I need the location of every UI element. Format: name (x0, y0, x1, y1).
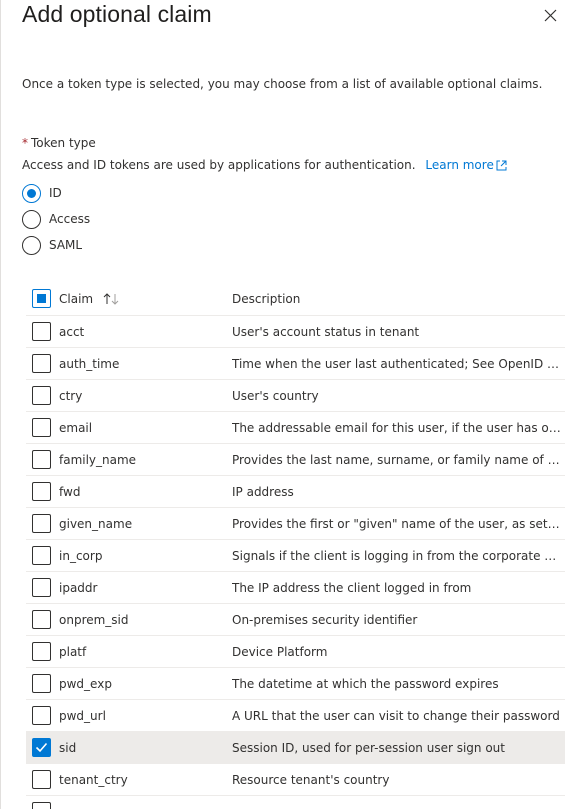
row-checkbox[interactable] (32, 546, 51, 565)
table-row[interactable]: in_corp Signals if the client is logging … (26, 540, 565, 572)
claims-table: Claim Description acct User's account sta… (26, 283, 565, 809)
radio-label-access: Access (49, 212, 91, 226)
learn-more-link[interactable]: Learn more (425, 158, 507, 172)
row-checkbox[interactable] (32, 674, 51, 693)
row-checkbox[interactable] (32, 738, 51, 757)
row-checkbox[interactable] (32, 610, 51, 629)
claim-description: User's country (232, 388, 319, 403)
claim-description: On-premises security identifier (232, 612, 418, 627)
radio-label-saml: SAML (49, 238, 83, 252)
table-row[interactable]: ctry User's country (26, 380, 565, 412)
close-button[interactable] (539, 4, 561, 26)
column-header-claim[interactable]: Claim (59, 292, 121, 306)
table-row[interactable]: email The addressable email for this user… (26, 412, 565, 444)
radio-circle (22, 209, 41, 229)
token-type-help: Access and ID tokens are used by applica… (22, 158, 507, 172)
column-header-description: Description (232, 292, 301, 306)
external-link-icon (496, 160, 507, 171)
row-checkbox[interactable] (32, 482, 51, 501)
claim-description: The IP address the client logged in from (232, 580, 472, 595)
radio-access[interactable]: Access (22, 209, 90, 229)
claim-description: Provides the last name, surname, or fami… (232, 452, 561, 467)
claim-name: acct (59, 324, 85, 339)
claim-name: platf (59, 644, 87, 659)
radio-circle (22, 183, 41, 203)
claim-description: Provides the first or "given" name of th… (232, 516, 561, 531)
claim-description: IP address (232, 484, 294, 499)
panel-title: Add optional claim (22, 1, 212, 27)
sort-icon[interactable] (103, 293, 121, 305)
required-mark: * (22, 136, 28, 150)
table-header-row: Claim Description (26, 283, 565, 316)
claim-description: Session ID, used for per-session user si… (232, 740, 505, 755)
claim-name: tenant_ctry (59, 772, 128, 787)
table-row[interactable]: pwd_exp The datetime at which the passwor… (26, 668, 565, 700)
table-row[interactable]: ipaddr The IP address the client logged i… (26, 572, 565, 604)
claim-name: family_name (59, 452, 137, 467)
row-checkbox[interactable] (32, 642, 51, 661)
select-all-checkbox[interactable] (32, 289, 51, 308)
row-checkbox[interactable] (32, 802, 51, 809)
claim-description: Signals if the client is logging in from… (232, 548, 561, 563)
claim-description: A URL that the user can visit to change … (232, 708, 560, 723)
claim-name: in_corp (59, 548, 103, 563)
row-checkbox[interactable] (32, 354, 51, 373)
table-row[interactable]: tenant_ctry Resource tenant's country (26, 764, 565, 796)
claim-description: The addressable email for this user, if … (232, 420, 561, 435)
claim-name: onprem_sid (59, 612, 129, 627)
radio-saml[interactable]: SAML (22, 235, 82, 255)
add-optional-claim-panel: Add optional claim Once a token type is … (0, 0, 565, 809)
claim-description: The datetime at which the password expir… (232, 676, 499, 691)
claim-name: given_name (59, 516, 133, 531)
claim-name: pwd_url (59, 708, 106, 723)
claim-name: fwd (59, 484, 81, 499)
row-checkbox[interactable] (32, 578, 51, 597)
claim-description: Device Platform (232, 644, 328, 659)
checkmark-icon (35, 742, 48, 753)
radio-circle (22, 235, 41, 255)
row-checkbox[interactable] (32, 770, 51, 789)
table-row[interactable]: family_name Provides the last name, surna… (26, 444, 565, 476)
table-row[interactable]: platf Device Platform (26, 636, 565, 668)
radio-id[interactable]: ID (22, 183, 62, 203)
table-row[interactable]: onprem_sid On-premises security identifie… (26, 604, 565, 636)
claim-name: auth_time (59, 356, 120, 371)
radio-label-id: ID (49, 186, 62, 200)
table-row[interactable]: pwd_url A URL that the user can visit to … (26, 700, 565, 732)
claim-description: User's account status in tenant (232, 324, 420, 339)
table-row[interactable] (26, 796, 565, 809)
table-row[interactable]: fwd IP address (26, 476, 565, 508)
row-checkbox[interactable] (32, 450, 51, 469)
row-checkbox[interactable] (32, 418, 51, 437)
claim-name: ctry (59, 388, 83, 403)
claim-name: email (59, 420, 93, 435)
claim-description: Time when the user last authenticated; S… (232, 356, 561, 371)
learn-more-label: Learn more (425, 158, 494, 172)
table-row[interactable]: auth_time Time when the user last authent… (26, 348, 565, 380)
claim-description: Resource tenant's country (232, 772, 390, 787)
row-checkbox[interactable] (32, 386, 51, 405)
claim-name: ipaddr (59, 580, 98, 595)
token-type-label-text: Token type (31, 136, 96, 150)
table-row[interactable]: acct User's account status in tenant (26, 316, 565, 348)
table-row[interactable]: sid Session ID, used for per-session user… (26, 732, 565, 764)
intro-text: Once a token type is selected, you may c… (22, 77, 543, 91)
row-checkbox[interactable] (32, 514, 51, 533)
close-icon (544, 9, 556, 21)
row-checkbox[interactable] (32, 322, 51, 341)
claim-name: sid (59, 740, 77, 755)
table-row[interactable]: given_name Provides the first or "given" … (26, 508, 565, 540)
token-type-label: * Token type (22, 136, 96, 150)
token-type-help-text: Access and ID tokens are used by applica… (22, 158, 416, 172)
claim-name: pwd_exp (59, 676, 112, 691)
table-body: acct User's account status in tenant auth_… (26, 316, 565, 809)
column-header-claim-label: Claim (59, 292, 94, 306)
row-checkbox[interactable] (32, 706, 51, 725)
